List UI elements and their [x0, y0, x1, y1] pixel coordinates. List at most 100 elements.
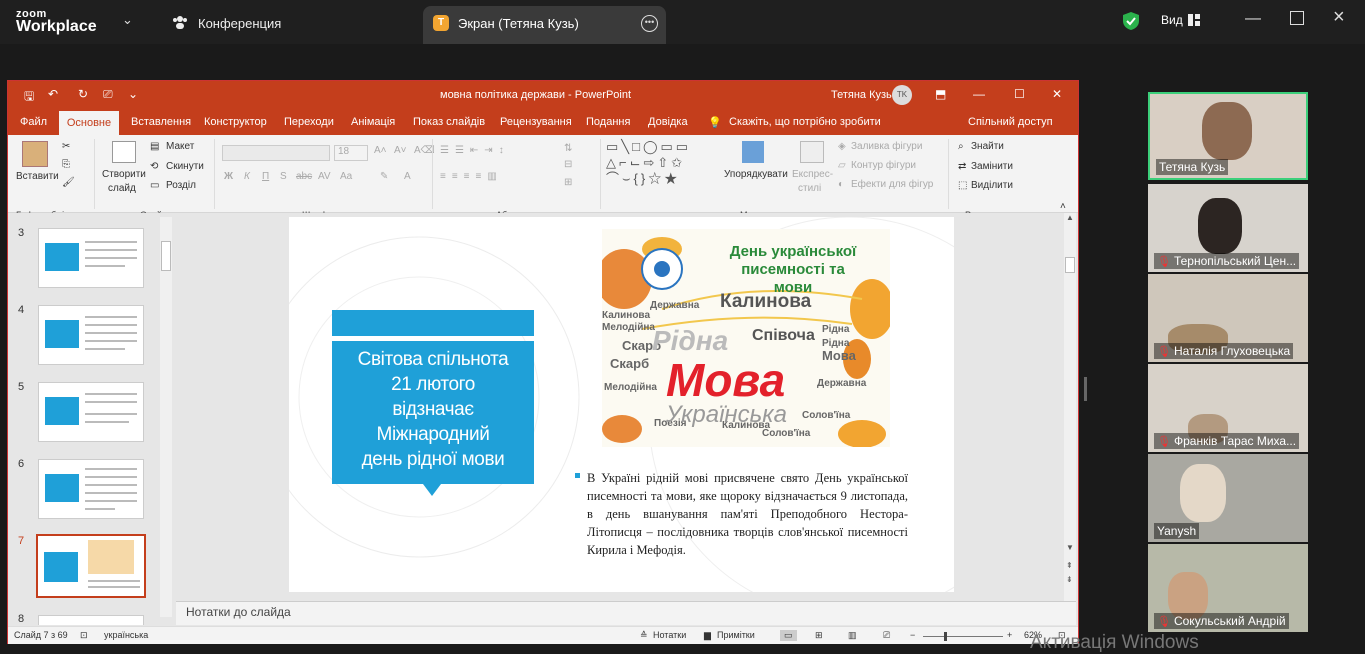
slide-thumbnail[interactable] [38, 459, 144, 519]
avatar[interactable]: TK [892, 85, 912, 105]
select-icon[interactable]: ⬚ [958, 180, 967, 191]
font-color-icon[interactable]: A [404, 171, 411, 182]
new-slide-button[interactable]: Створити [102, 169, 146, 180]
layout-button[interactable]: Макет [166, 141, 194, 152]
shrink-font-icon[interactable]: A˅ [394, 145, 407, 156]
chevron-down-icon[interactable]: ⌄ [122, 12, 133, 28]
shadow-icon[interactable]: S [280, 171, 287, 182]
slide-thumbnail[interactable] [38, 615, 144, 625]
replace-icon[interactable]: ⇄ [958, 161, 966, 172]
notes-placeholder[interactable]: Нотатки до слайда [186, 605, 291, 619]
grow-font-icon[interactable]: A˄ [374, 145, 387, 156]
underline-icon[interactable]: П [262, 171, 269, 182]
quick-styles-icon[interactable] [800, 141, 824, 163]
search-icon[interactable]: ⌕ [958, 141, 964, 152]
shape-effects-button[interactable]: Ефекти для фігур [851, 179, 933, 190]
quick-styles-button-line2[interactable]: стилі [798, 183, 821, 194]
maximize-icon[interactable]: ☐ [1014, 87, 1025, 101]
tab-insert[interactable]: Вставлення [131, 116, 191, 128]
redo-icon[interactable]: ↻ [78, 87, 88, 101]
start-presentation-icon[interactable]: ⎚ [103, 87, 113, 102]
scroll-down-icon[interactable]: ▼ [1066, 543, 1074, 552]
close-icon[interactable]: × [1333, 6, 1345, 29]
participant-tile[interactable]: Yanysh [1148, 454, 1308, 542]
slide-thumbnail[interactable] [38, 382, 144, 442]
comments-toggle[interactable]: Примітки [717, 630, 755, 640]
customize-toolbar-icon[interactable]: ⌄ [128, 87, 138, 101]
participant-tile[interactable]: 🎙 Франків Тарас Миха... [1148, 364, 1308, 452]
highlight-icon[interactable]: ✎ [380, 171, 388, 182]
close-icon[interactable]: ✕ [1052, 87, 1062, 101]
section-icon[interactable]: ▭ [150, 180, 159, 191]
participant-tile[interactable]: 🎙 Сокульський Андрій [1148, 544, 1308, 632]
conference-label[interactable]: Конференция [198, 16, 281, 31]
tab-transitions[interactable]: Переходи [284, 116, 334, 128]
effects-icon[interactable]: ◐ [838, 179, 844, 190]
notes-icon[interactable]: ≙ [640, 630, 648, 641]
list-buttons[interactable]: ☰☰⇤⇥↕ [440, 145, 510, 156]
participant-tile[interactable]: Тетяна Кузь [1148, 92, 1308, 180]
section-button[interactable]: Розділ [166, 180, 196, 191]
shape-fill-button[interactable]: Заливка фігури [851, 141, 922, 152]
format-painter-icon[interactable]: 🖌 [62, 177, 75, 188]
prev-slide-icon[interactable]: ⇞ [1066, 561, 1073, 570]
shapes-gallery[interactable]: ▭╲□◯▭▭ △⌐⌙⇨⇧✩ ⌒⌣{}☆★ [606, 139, 718, 191]
tab-help[interactable]: Довідка [648, 116, 688, 128]
security-shield-icon[interactable] [1122, 11, 1140, 31]
editor-scrollbar[interactable]: ▲ ▼ ⇞ ⇟ [1064, 213, 1076, 603]
scroll-up-icon[interactable]: ▲ [1066, 213, 1074, 222]
align-buttons[interactable]: ≡≡≡≡▥ [440, 171, 503, 182]
slide-thumbnail[interactable] [38, 305, 144, 365]
notes-pane[interactable] [176, 601, 1076, 625]
tab-home[interactable]: Основне [59, 111, 119, 135]
zoom-slider-thumb[interactable] [944, 632, 947, 641]
participant-tile[interactable]: 🎙 Тернопільський Цен... [1148, 184, 1308, 272]
replace-button[interactable]: Замінити [971, 161, 1013, 172]
slide-thumbnail-selected[interactable] [36, 534, 146, 598]
view-button[interactable]: Вид [1161, 13, 1183, 27]
minimize-icon[interactable]: — [973, 87, 985, 101]
char-spacing-icon[interactable]: AV [318, 171, 331, 182]
save-icon[interactable]: 🖫 [24, 87, 34, 108]
collapse-ribbon-icon[interactable]: ˄ [1060, 201, 1066, 212]
slide-body-text[interactable]: В Україні рідній мові присвячене свято Д… [587, 469, 908, 559]
thumbnail-scrollbar[interactable] [160, 217, 172, 617]
paste-icon[interactable] [22, 141, 48, 167]
arrange-button[interactable]: Упорядкувати [724, 169, 788, 180]
grid-view-icon[interactable] [1188, 14, 1200, 26]
layout-icon[interactable]: ▤ [150, 141, 159, 152]
user-name[interactable]: Тетяна Кузь [831, 89, 892, 101]
tab-review[interactable]: Рецензування [500, 116, 572, 128]
poster-image[interactable]: День української писемності та мови Держ… [602, 229, 890, 447]
scrollbar-thumb[interactable] [1065, 257, 1075, 273]
fill-icon[interactable]: ◈ [838, 141, 846, 152]
zoom-out-icon[interactable]: − [910, 630, 915, 640]
change-case-icon[interactable]: Aa [340, 171, 352, 182]
tell-me-search[interactable]: Скажіть, що потрібно зробити [729, 116, 881, 128]
font-size-select[interactable]: 18 [334, 145, 368, 161]
ribbon-display-icon[interactable]: ⬒ [935, 87, 946, 101]
next-slide-icon[interactable]: ⇟ [1066, 575, 1073, 584]
callout-box[interactable]: Світова спільнота 21 лютого відзначає Мі… [332, 341, 534, 484]
font-family-select[interactable] [222, 145, 330, 161]
tab-view[interactable]: Подання [586, 116, 630, 128]
share-button[interactable]: Спільний доступ [968, 116, 1053, 128]
undo-icon[interactable]: ↶ [48, 87, 58, 101]
tab-animations[interactable]: Анімація [351, 116, 395, 128]
paste-button[interactable]: Вставити [16, 171, 59, 182]
notes-toggle[interactable]: Нотатки [653, 630, 686, 640]
reading-view-icon[interactable]: ▥ [848, 630, 857, 641]
tab-slideshow[interactable]: Показ слайдів [413, 116, 485, 128]
panel-resize-handle[interactable] [1084, 377, 1087, 401]
tab-design[interactable]: Конструктор [204, 116, 267, 128]
normal-view-icon[interactable]: ▭ [780, 630, 797, 641]
find-button[interactable]: Знайти [971, 141, 1004, 152]
slideshow-view-icon[interactable]: ⎚ [883, 630, 890, 641]
text-direction-icon[interactable]: ⇅ [564, 143, 572, 154]
spellcheck-icon[interactable]: ⊡ [80, 630, 88, 641]
sorter-view-icon[interactable]: ⊞ [815, 630, 823, 641]
align-text-icon[interactable]: ⊟ [564, 159, 572, 170]
new-slide-icon[interactable] [112, 141, 136, 163]
quick-styles-button[interactable]: Експрес- [792, 169, 833, 180]
slide-thumbnails[interactable]: 3 4 5 6 7 8 [8, 213, 176, 626]
